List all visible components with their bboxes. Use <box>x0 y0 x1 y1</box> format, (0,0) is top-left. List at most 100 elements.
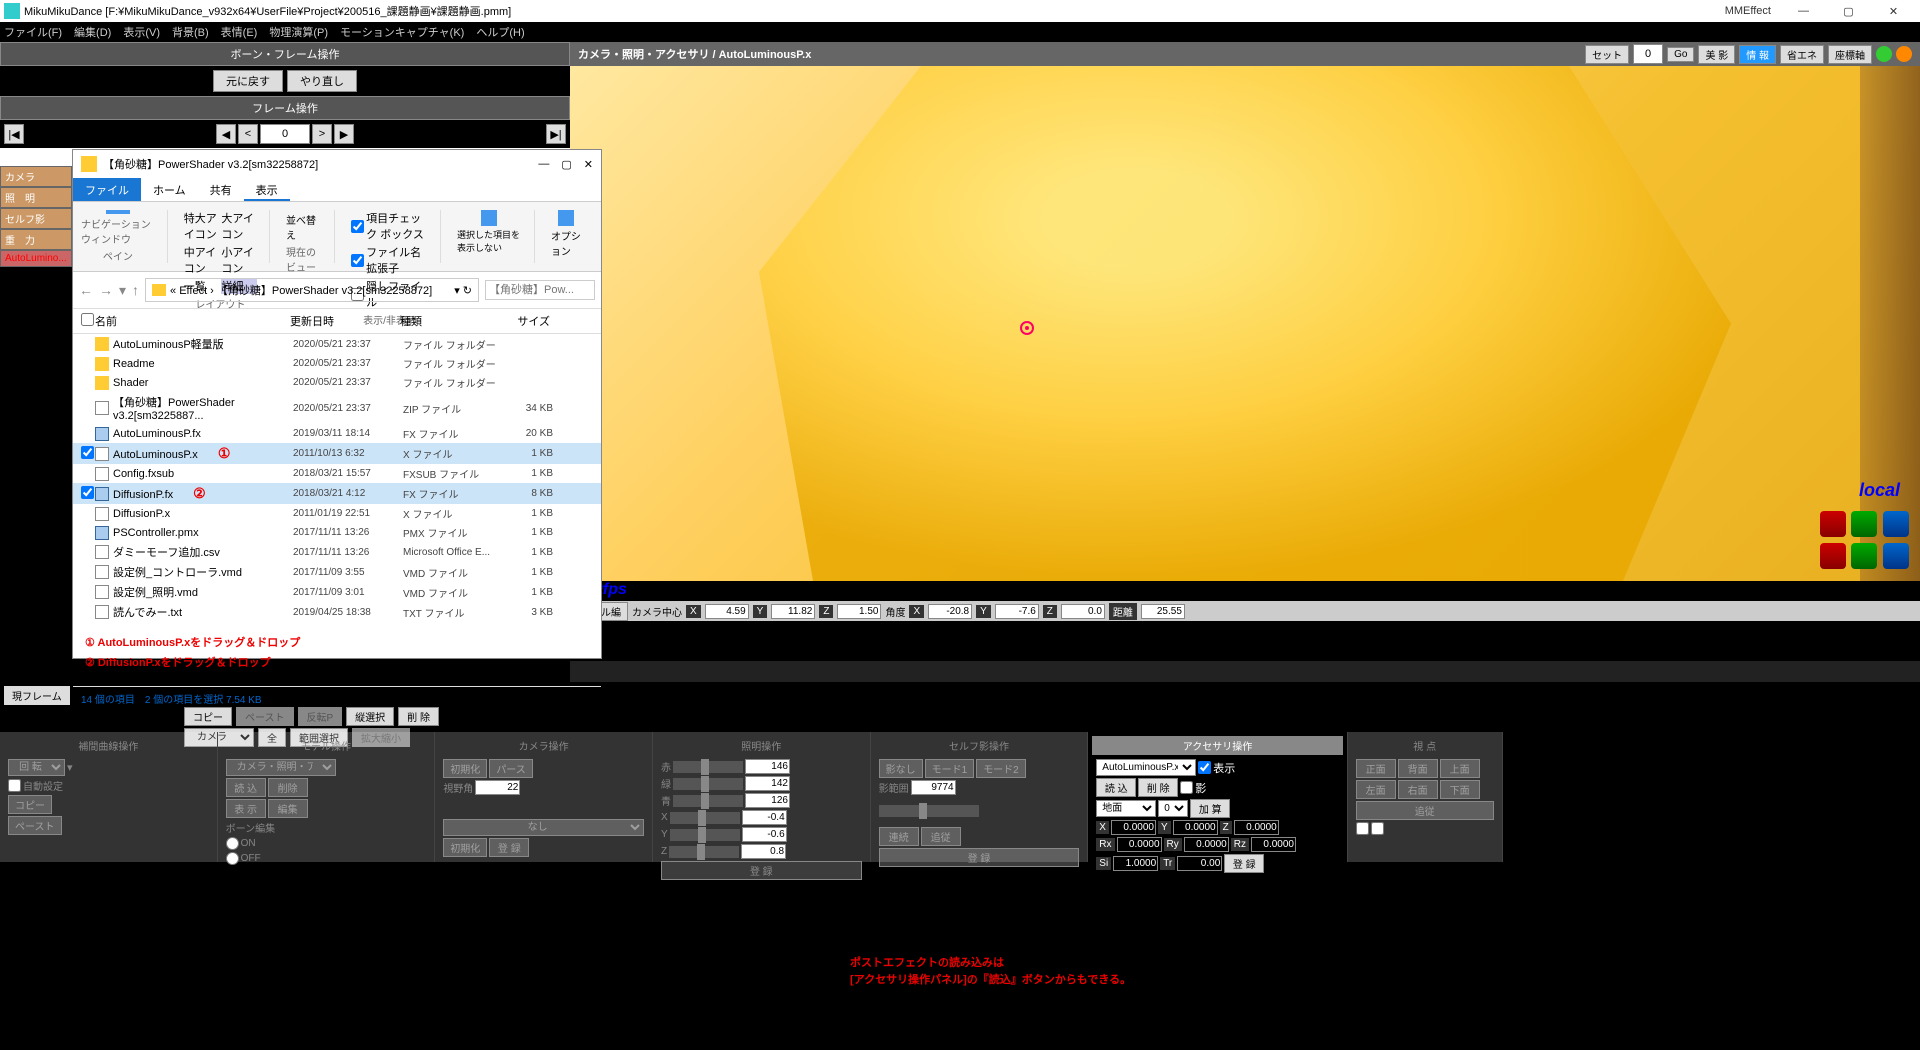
col-date[interactable]: 更新日時 <box>290 313 400 329</box>
fx-icon <box>95 427 109 441</box>
explorer-titlebar[interactable]: 【角砂糖】PowerShader v3.2[sm32258872] — ▢ ✕ <box>73 150 601 178</box>
hide-selected-icon[interactable] <box>481 210 497 226</box>
file-row[interactable]: 設定例_コントローラ.vmd2017/11/09 3:55VMD ファイル1 K… <box>73 562 601 582</box>
file-row[interactable]: 設定例_照明.vmd2017/11/09 3:01VMD ファイル1 KB <box>73 582 601 602</box>
explorer-maximize[interactable]: ▢ <box>561 158 571 171</box>
file-row[interactable]: DiffusionP.x2011/01/19 22:51X ファイル1 KB <box>73 504 601 523</box>
selvert-button[interactable]: 縦選択 <box>346 707 394 726</box>
menu-bg[interactable]: 背景(B) <box>172 24 209 40</box>
cat-selfshadow[interactable]: セルフ影 <box>0 208 72 229</box>
nav-fwd[interactable]: → <box>99 282 113 298</box>
flip-button[interactable]: 反転P <box>298 707 343 726</box>
gizmo-ty[interactable] <box>1851 543 1877 569</box>
folder-icon <box>95 376 109 390</box>
redo-button[interactable]: やり直し <box>287 70 357 92</box>
tab-view[interactable]: 表示 <box>244 178 290 201</box>
col-type[interactable]: 種類 <box>400 313 500 329</box>
gizmo-rz[interactable] <box>1883 511 1909 537</box>
viewport-3d[interactable]: local 0fps <box>570 66 1920 581</box>
cat-gravity[interactable]: 重 力 <box>0 229 72 250</box>
file-row[interactable]: AutoLuminousP.x①2011/10/13 6:32X ファイル1 K… <box>73 443 601 464</box>
file-row[interactable]: Config.fxsub2018/03/21 15:57FXSUB ファイル1 … <box>73 464 601 483</box>
acc-add-button[interactable]: 加 算 <box>1190 799 1230 818</box>
menu-edit[interactable]: 編集(D) <box>74 24 111 40</box>
cur-frame-label: 現フレーム <box>4 686 70 705</box>
menu-file[interactable]: ファイル(F) <box>4 24 62 40</box>
close-button[interactable]: ✕ <box>1871 0 1916 22</box>
file-row[interactable]: Readme2020/05/21 23:37ファイル フォルダー <box>73 354 601 373</box>
paste-button[interactable]: ペースト <box>236 707 294 726</box>
file-row[interactable]: Shader2020/05/21 23:37ファイル フォルダー <box>73 373 601 392</box>
fx-icon <box>95 487 109 501</box>
gizmo-tz[interactable] <box>1883 543 1909 569</box>
cam-y[interactable] <box>771 604 815 619</box>
cat-camera[interactable]: カメラ <box>0 166 72 187</box>
menu-physics[interactable]: 物理演算(P) <box>269 24 328 40</box>
cam-z[interactable] <box>837 604 881 619</box>
file-row[interactable]: AutoLuminousP.fx2019/03/11 18:14FX ファイル2… <box>73 424 601 443</box>
green-icon[interactable] <box>1876 46 1892 62</box>
tab-share[interactable]: 共有 <box>198 178 244 201</box>
tab-file[interactable]: ファイル <box>73 178 141 201</box>
cat-autolum[interactable]: AutoLumino... <box>0 250 72 267</box>
minimize-button[interactable]: — <box>1781 0 1826 22</box>
cam-x[interactable] <box>705 604 749 619</box>
gizmo-tx[interactable] <box>1820 543 1846 569</box>
options-icon[interactable] <box>558 210 574 226</box>
nav-pane-icon[interactable] <box>106 210 130 214</box>
nav-up[interactable]: ↑ <box>132 282 139 298</box>
file-row[interactable]: DiffusionP.fx②2018/03/21 4:12FX ファイル8 KB <box>73 483 601 504</box>
maximize-button[interactable]: ▢ <box>1826 0 1871 22</box>
file-row[interactable]: 読んでみー.txt2019/04/25 18:38TXT ファイル3 KB <box>73 602 601 622</box>
nav-dropdown[interactable]: ▾ <box>119 282 126 299</box>
menu-mocap[interactable]: モーションキャプチャ(K) <box>340 24 464 40</box>
cat-light[interactable]: 照 明 <box>0 187 72 208</box>
acc-register-button[interactable]: 登 録 <box>1224 854 1264 873</box>
col-size[interactable]: サイズ <box>500 313 550 329</box>
frame-first-button[interactable]: |◀ <box>4 124 24 144</box>
set-button[interactable]: セット <box>1585 45 1629 64</box>
set-input[interactable] <box>1633 44 1663 64</box>
search-input[interactable] <box>485 280 595 300</box>
frame-prev-button[interactable]: < <box>238 124 258 144</box>
target-marker[interactable] <box>1020 321 1034 335</box>
accessory-select[interactable]: AutoLuminousP.x <box>1096 759 1196 776</box>
mmeffect-label[interactable]: MMEffect <box>1725 5 1771 17</box>
tab-home[interactable]: ホーム <box>141 178 198 201</box>
panel-interp: 補間曲線操作 回 転▾ 自動設定 コピー ペースト <box>0 732 218 862</box>
frame-prev2-button[interactable]: ◀ <box>216 124 236 144</box>
gizmo-rx[interactable] <box>1820 511 1846 537</box>
undo-button[interactable]: 元に戻す <box>213 70 283 92</box>
delete-button[interactable]: 削 除 <box>398 707 439 726</box>
acc-delete-button[interactable]: 削 除 <box>1138 778 1178 797</box>
explorer-close[interactable]: ✕ <box>584 158 593 171</box>
frame-next-button[interactable]: > <box>312 124 332 144</box>
file-row[interactable]: 【角砂糖】PowerShader v3.2[sm3225887...2020/0… <box>73 392 601 424</box>
ang-z[interactable] <box>1061 604 1105 619</box>
go-button[interactable]: Go <box>1667 47 1694 62</box>
nav-back[interactable]: ← <box>79 282 93 298</box>
frame-last-button[interactable]: ▶| <box>546 124 566 144</box>
frame-input[interactable] <box>260 124 310 144</box>
frame-next2-button[interactable]: ▶ <box>334 124 354 144</box>
menu-view[interactable]: 表示(V) <box>123 24 160 40</box>
orange-icon[interactable] <box>1896 46 1912 62</box>
ang-y[interactable] <box>995 604 1039 619</box>
breadcrumb[interactable]: « Effect › 【角砂糖】PowerShader v3.2[sm32258… <box>145 278 479 302</box>
eco-button[interactable]: 省エネ <box>1780 45 1824 64</box>
dist-input[interactable] <box>1141 604 1185 619</box>
col-name[interactable]: 名前 <box>95 313 290 329</box>
beauty-button[interactable]: 美 影 <box>1698 45 1735 64</box>
file-row[interactable]: ダミーモーフ追加.csv2017/11/11 13:26Microsoft Of… <box>73 542 601 562</box>
menu-help[interactable]: ヘルプ(H) <box>476 24 524 40</box>
file-row[interactable]: PSController.pmx2017/11/11 13:26PMX ファイル… <box>73 523 601 542</box>
acc-load-button[interactable]: 読 込 <box>1096 778 1136 797</box>
info-button[interactable]: 情 報 <box>1739 45 1776 64</box>
axis-button[interactable]: 座標軸 <box>1828 45 1872 64</box>
file-row[interactable]: AutoLuminousP軽量版2020/05/21 23:37ファイル フォル… <box>73 334 601 354</box>
ang-x[interactable] <box>928 604 972 619</box>
menu-emote[interactable]: 表情(E) <box>221 24 258 40</box>
gizmo-ry[interactable] <box>1851 511 1877 537</box>
explorer-minimize[interactable]: — <box>538 158 549 171</box>
copy-button[interactable]: コピー <box>184 707 232 726</box>
